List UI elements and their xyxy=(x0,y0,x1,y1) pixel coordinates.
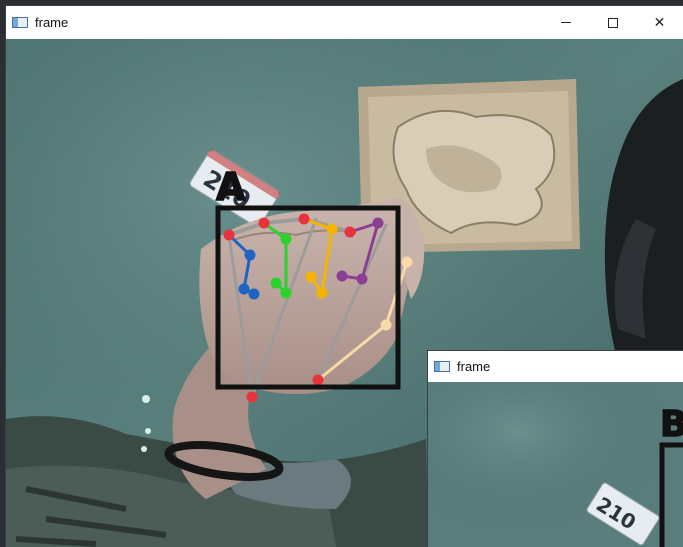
second-window: frame 210 B xyxy=(428,351,683,547)
minimize-button[interactable] xyxy=(542,6,589,39)
second-camera-frame: 210 B xyxy=(428,382,683,547)
window-title: frame xyxy=(35,15,69,30)
close-button[interactable]: ✕ xyxy=(636,6,683,39)
second-title-bar[interactable]: frame xyxy=(428,351,683,382)
light-reflection xyxy=(142,395,150,403)
second-window-title: frame xyxy=(457,359,491,374)
title-bar[interactable]: frame ✕ xyxy=(6,6,683,39)
maximize-button[interactable] xyxy=(589,6,636,39)
maximize-icon xyxy=(607,17,618,28)
second-camera-view: 210 B xyxy=(428,382,683,547)
minimize-icon xyxy=(560,22,571,23)
window-app-icon xyxy=(12,17,28,28)
light-reflection xyxy=(141,446,147,452)
window-controls: ✕ xyxy=(542,6,683,39)
second-detection-label: B xyxy=(660,404,683,445)
detection-label: A xyxy=(216,165,246,209)
close-icon: ✕ xyxy=(653,14,666,31)
light-reflection xyxy=(145,428,151,434)
second-window-app-icon xyxy=(434,361,450,372)
